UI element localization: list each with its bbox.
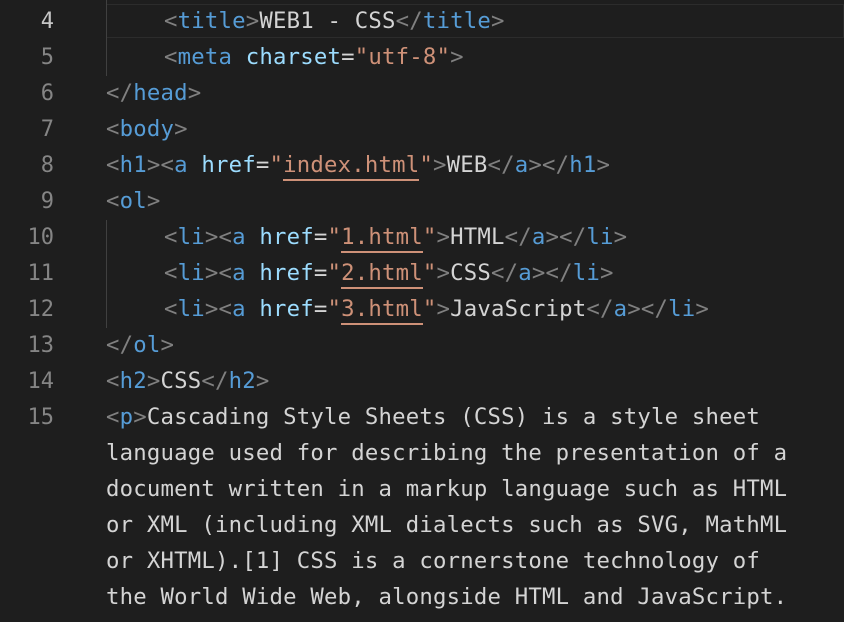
code-editor[interactable]: 4 5 6 7 8 9 10 11 12 13 14 15 <title>WEB… xyxy=(0,0,844,622)
code-line[interactable]: <ol> xyxy=(106,183,161,219)
indent-guide xyxy=(106,0,107,76)
link-href[interactable]: 1.html xyxy=(341,224,423,253)
line-number: 10 xyxy=(27,225,55,250)
line-number: 15 xyxy=(27,405,55,430)
line-number: 6 xyxy=(40,81,54,106)
code-line[interactable]: <h2>CSS</h2> xyxy=(106,363,270,399)
code-line[interactable]: <li><a href="1.html">HTML</a></li> xyxy=(164,219,627,255)
link-href[interactable]: 3.html xyxy=(341,296,423,325)
line-number: 8 xyxy=(40,153,54,178)
code-line[interactable]: <li><a href="3.html">JavaScript</a></li> xyxy=(164,291,709,327)
code-line-wrap[interactable]: or XHTML).[1] CSS is a cornerstone techn… xyxy=(106,543,760,579)
link-href[interactable]: index.html xyxy=(283,152,420,181)
code-line[interactable]: </ol> xyxy=(106,327,174,363)
line-number: 14 xyxy=(27,369,55,394)
code-line-wrap[interactable]: the World Wide Web, alongside HTML and J… xyxy=(106,579,787,615)
line-number: 12 xyxy=(27,297,55,322)
code-line[interactable]: <h1><a href="index.html">WEB</a></h1> xyxy=(106,147,610,183)
code-line-wrap[interactable]: or XML (including XML dialects such as S… xyxy=(106,507,787,543)
code-line[interactable]: <p>Cascading Style Sheets (CSS) is a sty… xyxy=(106,399,760,435)
code-line[interactable]: <li><a href="2.html">CSS</a></li> xyxy=(164,255,614,291)
line-number: 13 xyxy=(27,333,55,358)
code-line[interactable]: </head> xyxy=(106,75,201,111)
line-number: 7 xyxy=(40,117,54,142)
line-number: 5 xyxy=(40,45,54,70)
indent-guide xyxy=(106,220,107,328)
code-line-wrap[interactable]: document written in a markup language su… xyxy=(106,471,787,507)
line-number: 9 xyxy=(40,189,54,214)
link-href[interactable]: 2.html xyxy=(341,260,423,289)
line-number: 11 xyxy=(27,261,55,286)
line-number: 4 xyxy=(40,9,54,34)
code-line[interactable]: <body> xyxy=(106,111,188,147)
code-line[interactable]: <meta charset="utf-8"> xyxy=(164,39,464,75)
code-line-wrap[interactable]: language used for describing the present… xyxy=(106,435,787,471)
code-line[interactable]: <title>WEB1 - CSS</title> xyxy=(164,3,505,39)
